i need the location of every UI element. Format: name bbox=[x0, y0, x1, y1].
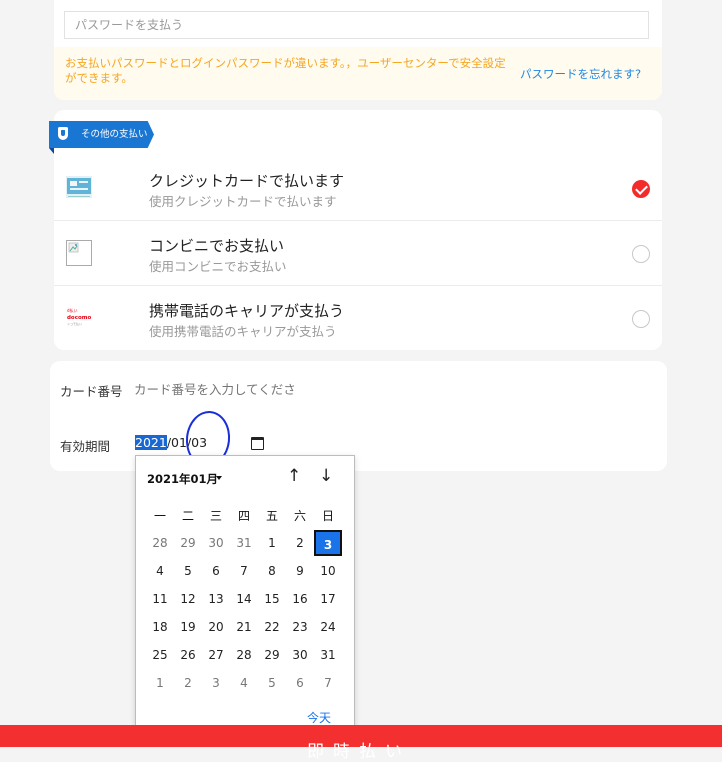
caret-down-icon[interactable] bbox=[216, 476, 222, 480]
payment-method-credit-card[interactable]: クレジットカードで払います 使用クレジットカードで払います bbox=[54, 155, 662, 220]
radio-checked[interactable] bbox=[632, 180, 650, 198]
calendar-day[interactable]: 31 bbox=[230, 530, 258, 556]
calendar-day[interactable]: 14 bbox=[230, 586, 258, 612]
weekday-header: 五 bbox=[265, 509, 278, 523]
calendar-day[interactable]: 13 bbox=[202, 586, 230, 612]
expiry-year-segment[interactable]: 2021 bbox=[135, 435, 167, 450]
weekday-header: 四 bbox=[237, 509, 250, 523]
weekday-header: 三 bbox=[209, 509, 222, 523]
shield-icon bbox=[58, 127, 68, 140]
expiry-month-segment[interactable]: 01 bbox=[171, 435, 187, 450]
picker-month-selector[interactable]: 2021年01月 bbox=[147, 471, 218, 487]
svg-text:ドコモ払い: ドコモ払い bbox=[67, 321, 82, 326]
calendar-day[interactable]: 18 bbox=[146, 614, 174, 640]
weekday-header: 六 bbox=[293, 509, 306, 523]
forgot-password-link[interactable]: パスワードを忘れます? bbox=[520, 66, 641, 82]
calendar-day[interactable]: 19 bbox=[174, 614, 202, 640]
calendar-day[interactable]: 29 bbox=[174, 530, 202, 556]
payment-password-input[interactable]: パスワードを支払う bbox=[64, 11, 649, 39]
svg-text:docomo: docomo bbox=[67, 315, 91, 321]
payment-method-subtitle: 使用コンビニでお支払い bbox=[149, 259, 287, 274]
calendar-day[interactable]: 12 bbox=[174, 586, 202, 612]
calendar-day[interactable]: 10 bbox=[314, 558, 342, 584]
calendar-day[interactable]: 6 bbox=[202, 558, 230, 584]
payment-method-title: 携帯電話のキャリアが支払う bbox=[149, 302, 345, 320]
calendar-day[interactable]: 17 bbox=[314, 586, 342, 612]
calendar-day[interactable]: 11 bbox=[146, 586, 174, 612]
docomo-logo-icon: d払い docomo ドコモ払い bbox=[67, 307, 91, 326]
payment-method-title: クレジットカードで払います bbox=[149, 172, 345, 190]
arrow-down-icon[interactable]: ↓ bbox=[319, 466, 333, 486]
pay-now-label[interactable]: 即時払い bbox=[307, 737, 411, 762]
card-number-label: カード番号 bbox=[60, 384, 123, 399]
calendar-day[interactable]: 31 bbox=[314, 642, 342, 668]
date-picker-popup: 2021年01月 ↑ ↓ 一二三四五六日 28 29 30 31 1 2 3 4 5 6 7 8 9 10… bbox=[135, 455, 355, 737]
calendar-day[interactable]: 28 bbox=[230, 642, 258, 668]
calendar-day[interactable]: 2 bbox=[286, 530, 314, 556]
password-warning-text: お支払いパスワードとログインパスワードが違います。，ユーザーセンターで安全設定が… bbox=[65, 56, 506, 85]
calendar-day[interactable]: 26 bbox=[174, 642, 202, 668]
broken-image-icon bbox=[66, 240, 92, 266]
calendar-day[interactable]: 25 bbox=[146, 642, 174, 668]
calendar-day-selected[interactable]: 3 bbox=[314, 530, 342, 556]
calendar-day[interactable]: 24 bbox=[314, 614, 342, 640]
calendar-icon[interactable] bbox=[251, 437, 264, 450]
calendar-day[interactable]: 23 bbox=[286, 614, 314, 640]
calendar-day[interactable]: 4 bbox=[146, 558, 174, 584]
calendar-day[interactable]: 7 bbox=[230, 558, 258, 584]
svg-text:d払い: d払い bbox=[67, 307, 78, 313]
radio-unchecked[interactable] bbox=[632, 245, 650, 263]
calendar-day[interactable]: 3 bbox=[202, 670, 230, 696]
payment-method-subtitle: 使用クレジットカードで払います bbox=[149, 194, 337, 209]
payment-method-convenience-store[interactable]: コンビニでお支払い 使用コンビニでお支払い bbox=[54, 220, 662, 285]
expiry-label: 有効期間 bbox=[60, 439, 111, 454]
credit-card-icon bbox=[66, 176, 92, 198]
calendar-day[interactable]: 20 bbox=[202, 614, 230, 640]
calendar-day[interactable]: 16 bbox=[286, 586, 314, 612]
payment-method-subtitle: 使用携帯電話のキャリアが支払う bbox=[149, 324, 337, 339]
calendar-day[interactable]: 30 bbox=[202, 530, 230, 556]
calendar-day[interactable]: 5 bbox=[174, 558, 202, 584]
tag-fold bbox=[49, 148, 54, 154]
payment-method-title: コンビニでお支払い bbox=[149, 237, 285, 255]
calendar-day[interactable]: 30 bbox=[286, 642, 314, 668]
payment-method-carrier[interactable]: d払い docomo ドコモ払い 携帯電話のキャリアが支払う 使用携帯電話のキャ… bbox=[54, 285, 662, 350]
calendar-day[interactable]: 8 bbox=[258, 558, 286, 584]
calendar-day[interactable]: 5 bbox=[258, 670, 286, 696]
calendar-day[interactable]: 28 bbox=[146, 530, 174, 556]
calendar-day[interactable]: 1 bbox=[258, 530, 286, 556]
calendar-day[interactable]: 15 bbox=[258, 586, 286, 612]
weekday-header: 二 bbox=[181, 509, 194, 523]
calendar-day[interactable]: 21 bbox=[230, 614, 258, 640]
calendar-day[interactable]: 6 bbox=[286, 670, 314, 696]
calendar-day[interactable]: 22 bbox=[258, 614, 286, 640]
calendar-day[interactable]: 29 bbox=[258, 642, 286, 668]
today-button[interactable]: 今天 bbox=[307, 709, 331, 726]
calendar-day[interactable]: 1 bbox=[146, 670, 174, 696]
calendar-day[interactable]: 4 bbox=[230, 670, 258, 696]
calendar-day[interactable]: 9 bbox=[286, 558, 314, 584]
calendar-day[interactable]: 7 bbox=[314, 670, 342, 696]
weekday-header: 一 bbox=[153, 509, 166, 523]
weekday-header: 日 bbox=[321, 509, 334, 523]
calendar-day[interactable]: 27 bbox=[202, 642, 230, 668]
radio-unchecked[interactable] bbox=[632, 310, 650, 328]
card-number-input[interactable] bbox=[134, 380, 310, 398]
arrow-up-icon[interactable]: ↑ bbox=[287, 466, 301, 486]
calendar-day[interactable]: 2 bbox=[174, 670, 202, 696]
